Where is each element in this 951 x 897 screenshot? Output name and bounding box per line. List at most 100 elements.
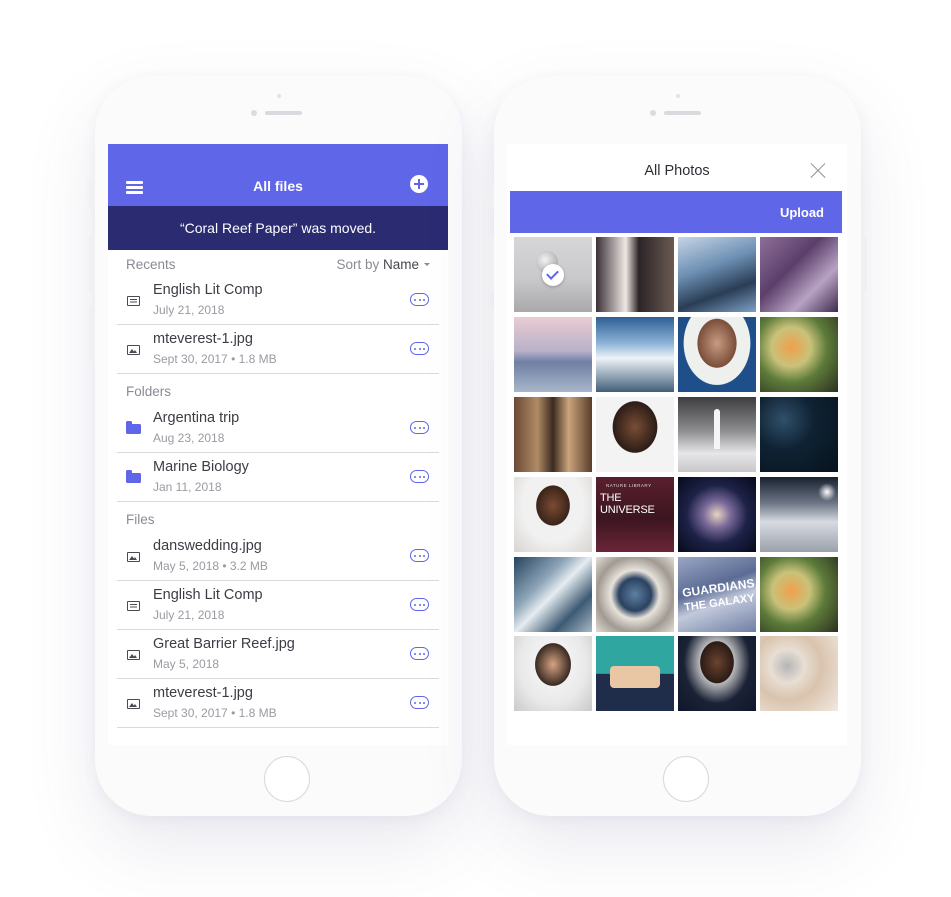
- item-meta: Sept 30, 2017 • 1.8 MB: [153, 352, 277, 366]
- item-name: mteverest-1.jpg: [153, 685, 253, 701]
- item-meta: July 21, 2018: [153, 303, 225, 317]
- photo-thumbnail[interactable]: [514, 477, 592, 552]
- file-item[interactable]: Great Barrier Reef.jpg May 5, 2018: [117, 630, 439, 679]
- file-item[interactable]: English Lit Comp July 21, 2018: [117, 581, 439, 630]
- checkmark-icon: [542, 264, 564, 286]
- item-meta: May 5, 2018 • 3.2 MB: [153, 559, 268, 573]
- section-label-recents: Recents: [126, 257, 176, 272]
- more-options-icon[interactable]: [410, 421, 429, 434]
- caret-down-icon: [424, 262, 430, 266]
- photo-thumbnail[interactable]: [514, 237, 592, 312]
- photo-thumbnail[interactable]: [514, 397, 592, 472]
- phone-side-button: [861, 236, 867, 292]
- photo-thumbnail[interactable]: [760, 636, 838, 711]
- phone-files: All files “Coral Reef Paper” was moved. …: [89, 76, 462, 816]
- photo-thumbnail[interactable]: GUARDIANS THE GALAXY: [678, 557, 756, 632]
- phone-side-button: [89, 236, 95, 292]
- photo-thumbnail[interactable]: NATURE LIBRARY THE UNIVERSE: [596, 477, 674, 552]
- home-button[interactable]: [264, 756, 310, 802]
- photos-header: All Photos: [507, 144, 847, 192]
- photo-thumbnail[interactable]: [596, 636, 674, 711]
- phone-speaker: [664, 111, 701, 115]
- files-header: All files: [108, 144, 448, 206]
- book-title-text: THE UNIVERSE: [600, 492, 655, 516]
- photo-thumbnail[interactable]: [596, 237, 674, 312]
- photo-thumbnail[interactable]: [678, 397, 756, 472]
- home-button[interactable]: [663, 756, 709, 802]
- photo-thumbnail[interactable]: [596, 317, 674, 392]
- more-options-icon[interactable]: [410, 549, 429, 562]
- item-meta: May 5, 2018: [153, 657, 220, 671]
- image-icon: [127, 345, 140, 355]
- folder-item[interactable]: Argentina trip Aug 23, 2018: [117, 404, 439, 453]
- photo-thumbnail[interactable]: [760, 477, 838, 552]
- photo-thumbnail[interactable]: [514, 557, 592, 632]
- photo-thumbnail[interactable]: [596, 557, 674, 632]
- image-icon: [127, 650, 140, 660]
- book-publisher-text: NATURE LIBRARY: [606, 483, 652, 488]
- image-icon: [127, 552, 140, 562]
- document-icon: [127, 601, 140, 611]
- item-meta: July 21, 2018: [153, 608, 225, 622]
- photo-thumbnail[interactable]: [678, 636, 756, 711]
- photo-grid: NATURE LIBRARY THE UNIVERSE GUARDIANS TH…: [514, 237, 840, 715]
- toast-message: “Coral Reef Paper” was moved.: [108, 206, 448, 250]
- photo-thumbnail[interactable]: [678, 477, 756, 552]
- upload-bar: Upload: [510, 191, 842, 233]
- photos-screen: All Photos Upload NATURE LIBRARY THE UNI…: [507, 144, 847, 745]
- item-meta: Sept 30, 2017 • 1.8 MB: [153, 706, 277, 720]
- photo-thumbnail[interactable]: [760, 557, 838, 632]
- phone-camera: [276, 94, 281, 98]
- more-options-icon[interactable]: [410, 598, 429, 611]
- section-label-files: Files: [126, 512, 155, 527]
- document-icon: [127, 296, 140, 306]
- item-meta: Jan 11, 2018: [153, 480, 222, 494]
- item-name: Marine Biology: [153, 459, 249, 475]
- more-options-icon[interactable]: [410, 647, 429, 660]
- item-name: English Lit Comp: [153, 587, 263, 603]
- sort-label: Sort by: [336, 257, 380, 272]
- item-name: English Lit Comp: [153, 282, 263, 298]
- section-label-folders: Folders: [126, 384, 172, 399]
- photo-thumbnail[interactable]: [514, 636, 592, 711]
- item-name: Argentina trip: [153, 410, 240, 426]
- more-options-icon[interactable]: [410, 342, 429, 355]
- more-options-icon[interactable]: [410, 470, 429, 483]
- more-options-icon[interactable]: [410, 293, 429, 306]
- phone-side-button: [488, 180, 494, 210]
- item-name: mteverest-1.jpg: [153, 331, 253, 347]
- folder-icon: [126, 470, 141, 483]
- file-item[interactable]: danswedding.jpg May 5, 2018 • 3.2 MB: [117, 532, 439, 581]
- phone-sensor: [650, 110, 656, 116]
- add-icon[interactable]: [410, 175, 428, 193]
- close-icon[interactable]: [810, 162, 826, 178]
- image-icon: [127, 699, 140, 709]
- sort-dropdown[interactable]: Sort by Name: [336, 257, 430, 272]
- phone-side-button: [89, 306, 95, 362]
- phone-side-button: [89, 180, 95, 210]
- recent-item[interactable]: mteverest-1.jpg Sept 30, 2017 • 1.8 MB: [117, 325, 439, 374]
- folder-item[interactable]: Marine Biology Jan 11, 2018: [117, 453, 439, 502]
- photo-thumbnail[interactable]: [760, 397, 838, 472]
- photo-thumbnail[interactable]: [514, 317, 592, 392]
- sort-value: Name: [382, 257, 419, 272]
- item-meta: Aug 23, 2018: [153, 431, 225, 445]
- page-title: All Photos: [644, 163, 710, 179]
- photo-thumbnail[interactable]: [760, 237, 838, 312]
- files-screen: All files “Coral Reef Paper” was moved. …: [108, 144, 448, 745]
- photo-thumbnail[interactable]: [678, 237, 756, 312]
- item-name: danswedding.jpg: [153, 538, 262, 554]
- recent-item[interactable]: English Lit Comp July 21, 2018: [117, 276, 439, 325]
- folder-icon: [126, 421, 141, 434]
- file-item[interactable]: mteverest-1.jpg Sept 30, 2017 • 1.8 MB: [117, 679, 439, 728]
- photo-thumbnail[interactable]: [678, 317, 756, 392]
- photo-thumbnail[interactable]: [596, 397, 674, 472]
- more-options-icon[interactable]: [410, 696, 429, 709]
- item-name: Great Barrier Reef.jpg: [153, 636, 295, 652]
- phone-sensor: [251, 110, 257, 116]
- phone-speaker: [265, 111, 302, 115]
- page-title: All files: [253, 178, 303, 194]
- phone-side-button: [488, 236, 494, 292]
- photo-thumbnail[interactable]: [760, 317, 838, 392]
- upload-button[interactable]: Upload: [780, 205, 824, 220]
